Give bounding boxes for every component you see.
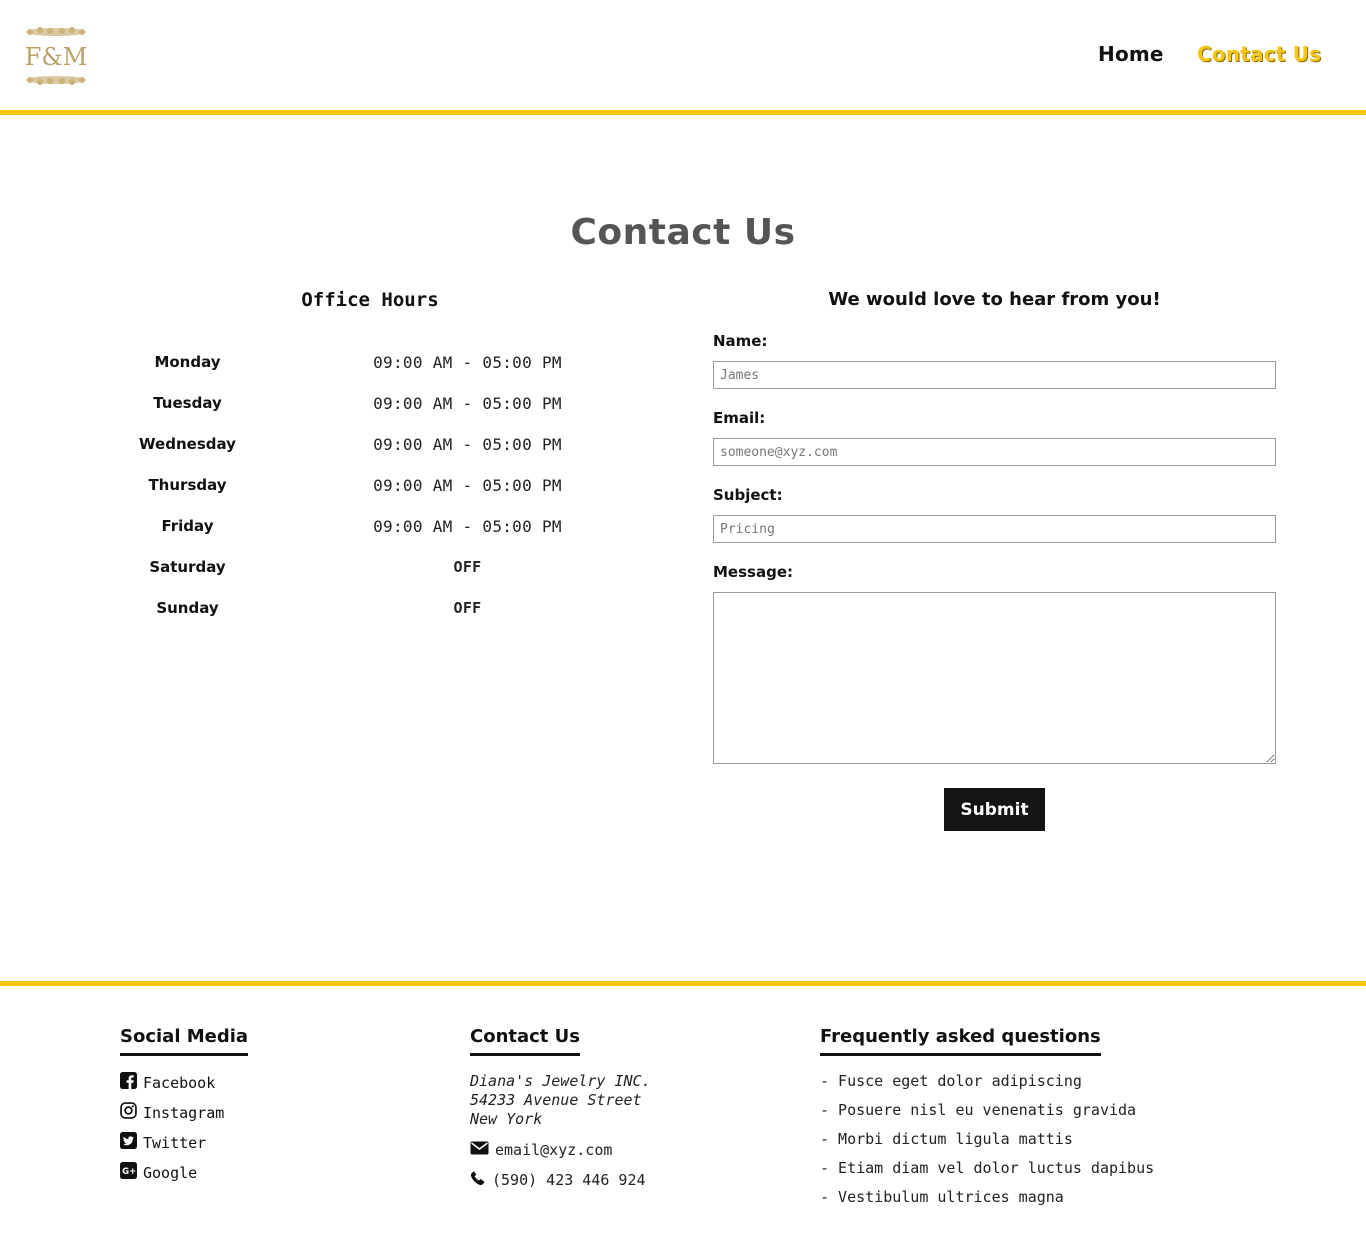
hours-row: Thursday 09:00 AM - 05:00 PM — [100, 476, 620, 506]
hours-time: 09:00 AM - 05:00 PM — [373, 476, 562, 495]
footer-email-link[interactable]: email@xyz.com — [470, 1140, 612, 1160]
social-label: Twitter — [143, 1133, 207, 1152]
office-hours-title: Office Hours — [301, 289, 439, 311]
address-line: New York — [470, 1110, 543, 1128]
message-textarea[interactable] — [713, 592, 1276, 764]
svg-text:F&M: F&M — [25, 43, 88, 71]
subject-label: Subject: — [713, 486, 783, 504]
footer-phone-link[interactable]: (590) 423 446 924 — [470, 1170, 646, 1190]
hours-row: Friday 09:00 AM - 05:00 PM — [100, 517, 620, 547]
header-divider — [0, 110, 1366, 115]
hours-row: Saturday OFF — [100, 558, 620, 588]
hours-time: 09:00 AM - 05:00 PM — [373, 394, 562, 413]
hours-time: 09:00 AM - 05:00 PM — [373, 353, 562, 372]
social-label: Instagram — [143, 1103, 225, 1122]
envelope-icon — [470, 1140, 489, 1160]
hours-day: Saturday — [149, 558, 226, 576]
hours-time: 09:00 AM - 05:00 PM — [373, 517, 562, 536]
footer-divider — [0, 981, 1366, 986]
hours-row: Monday 09:00 AM - 05:00 PM — [100, 353, 620, 383]
social-link-twitter[interactable]: Twitter — [120, 1132, 206, 1153]
subject-input[interactable] — [713, 515, 1276, 543]
page-title: Contact Us — [570, 212, 796, 253]
hours-day: Wednesday — [139, 435, 236, 453]
faq-link[interactable]: - Etiam diam vel dolor luctus dapibus — [820, 1159, 1154, 1177]
svg-text:G+: G+ — [122, 1167, 136, 1177]
nav-contact-link[interactable]: Contact Us — [1197, 42, 1321, 66]
twitter-icon — [120, 1132, 137, 1153]
hours-time: OFF — [453, 599, 482, 617]
hours-row: Tuesday 09:00 AM - 05:00 PM — [100, 394, 620, 424]
faq-link[interactable]: - Morbi dictum ligula mattis — [820, 1130, 1073, 1148]
social-link-google[interactable]: G+ Google — [120, 1162, 197, 1183]
google-plus-icon: G+ — [120, 1162, 137, 1183]
nav-home-link[interactable]: Home — [1098, 42, 1164, 66]
hours-day: Monday — [154, 353, 221, 371]
social-label: Facebook — [143, 1073, 216, 1092]
email-label: Email: — [713, 409, 766, 427]
name-label: Name: — [713, 332, 768, 350]
footer-contact-title: Contact Us — [470, 1026, 581, 1056]
phone-icon — [470, 1170, 486, 1190]
faq-title: Frequently asked questions — [820, 1026, 1101, 1056]
footer-email: email@xyz.com — [495, 1141, 613, 1159]
hours-day: Tuesday — [153, 394, 222, 412]
address-line: Diana's Jewelry INC. — [470, 1072, 651, 1090]
hours-time: OFF — [453, 558, 482, 576]
company-address: Diana's Jewelry INC. 54233 Avenue Street… — [470, 1072, 651, 1129]
facebook-icon — [120, 1072, 137, 1093]
hours-time: 09:00 AM - 05:00 PM — [373, 435, 562, 454]
hours-row: Wednesday 09:00 AM - 05:00 PM — [100, 435, 620, 465]
hours-day: Sunday — [156, 599, 219, 617]
faq-link[interactable]: - Fusce eget dolor adipiscing — [820, 1072, 1082, 1090]
social-link-facebook[interactable]: Facebook — [120, 1072, 215, 1093]
hours-day: Thursday — [148, 476, 227, 494]
name-input[interactable] — [713, 361, 1276, 389]
social-media-title: Social Media — [120, 1026, 249, 1056]
social-link-instagram[interactable]: Instagram — [120, 1102, 224, 1123]
address-line: 54233 Avenue Street — [470, 1091, 642, 1109]
social-label: Google — [143, 1163, 198, 1182]
message-label: Message: — [713, 563, 793, 581]
footer-phone: (590) 423 446 924 — [492, 1171, 646, 1189]
faq-link[interactable]: - Posuere nisl eu venenatis gravida — [820, 1101, 1136, 1119]
faq-link[interactable]: - Vestibulum ultrices magna — [820, 1188, 1064, 1206]
submit-button[interactable]: Submit — [944, 788, 1045, 831]
hours-row: Sunday OFF — [100, 599, 620, 629]
brand-logo[interactable]: F&M — [22, 24, 90, 88]
hours-day: Friday — [161, 517, 214, 535]
site-header: F&M Home Contact Us — [0, 0, 1366, 110]
instagram-icon — [120, 1102, 137, 1123]
contact-form-title: We would love to hear from you! — [828, 289, 1161, 310]
email-input[interactable] — [713, 438, 1276, 466]
